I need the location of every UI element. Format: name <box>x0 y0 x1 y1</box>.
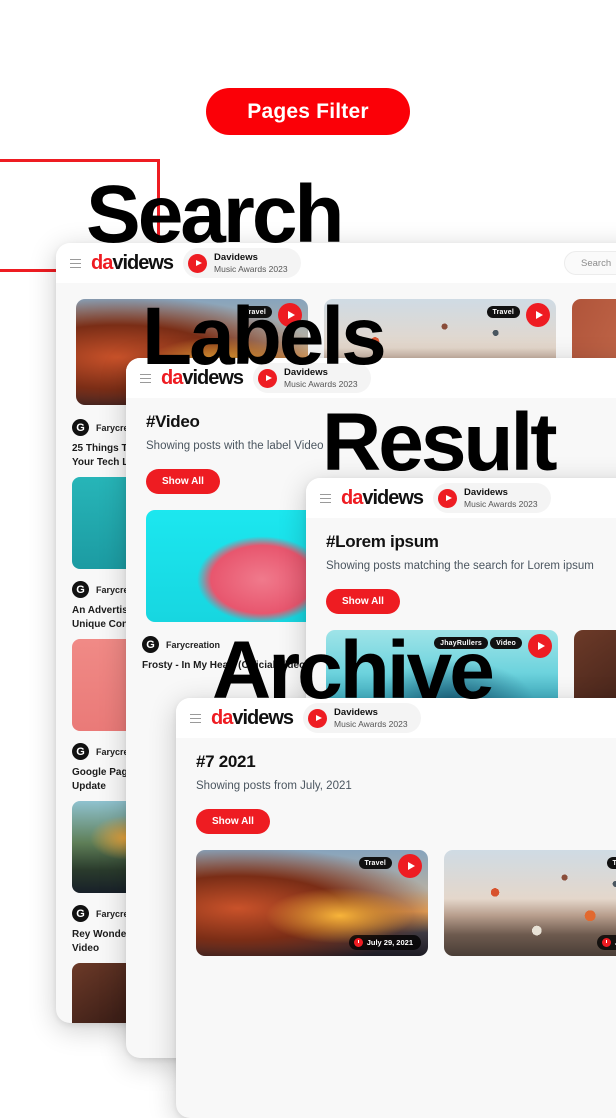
tag-badge: Video <box>490 637 522 649</box>
play-icon[interactable] <box>398 854 422 878</box>
avatar <box>72 581 89 598</box>
search-input[interactable]: Search <box>564 251 616 275</box>
brand-logo-accent: da <box>341 486 363 509</box>
page-title: #7 2021 <box>196 752 256 771</box>
page-header-result: #Lorem ipsum Showing posts matching the … <box>306 518 616 614</box>
headline-labels: Labels <box>142 291 387 382</box>
show-all-button[interactable]: Show All <box>196 809 270 834</box>
play-icon <box>438 488 458 508</box>
avatar <box>72 419 89 436</box>
tag-badge: Travel <box>486 306 520 318</box>
menu-icon[interactable] <box>70 258 81 268</box>
thumbnail-row-archive: Travel July 29, 2021 Travel July 25, 202… <box>176 834 616 956</box>
play-icon[interactable] <box>526 303 550 327</box>
menu-icon[interactable] <box>320 493 331 503</box>
channel-subtitle: Music Awards 2023 <box>214 263 288 274</box>
headline-archive: Archive <box>212 625 495 716</box>
channel-name: Davidews <box>464 486 508 498</box>
channel-subtitle: Music Awards 2023 <box>334 718 408 729</box>
pages-filter-button[interactable]: Pages Filter <box>206 88 410 135</box>
avatar <box>142 636 159 653</box>
brand-logo-rest: videws <box>362 486 424 509</box>
search-placeholder: Search <box>581 257 612 269</box>
headline-result: Result <box>322 397 558 488</box>
channel-subtitle: Music Awards 2023 <box>464 498 538 509</box>
show-all-button[interactable]: Show All <box>326 589 400 614</box>
date-badge: July 25, 2021 <box>596 935 616 950</box>
menu-icon[interactable] <box>190 713 201 723</box>
page-subtitle: Showing posts matching the search for Lo… <box>326 560 594 572</box>
avatar <box>72 743 89 760</box>
page-header-archive: #7 2021 Showing posts from July, 2021 Sh… <box>176 738 616 834</box>
headline-search: Search <box>86 169 345 260</box>
clock-icon <box>601 938 611 947</box>
avatar <box>72 905 89 922</box>
page-title: #Lorem ipsum <box>326 532 439 551</box>
thumbnail-card[interactable]: Travel July 25, 2021 <box>444 850 616 956</box>
date-badge: July 29, 2021 <box>348 935 421 950</box>
date-text: July 29, 2021 <box>366 938 413 947</box>
tag-badge: Travel <box>606 857 616 869</box>
brand-logo[interactable]: davidews <box>341 486 424 510</box>
show-all-button[interactable]: Show All <box>146 469 220 494</box>
tag-badge: Travel <box>358 857 392 869</box>
card-archive[interactable]: davidews Davidews Music Awards 2023 Sear… <box>176 698 616 1118</box>
play-icon[interactable] <box>528 634 552 658</box>
thumbnail-card[interactable]: Travel July 29, 2021 <box>196 850 428 956</box>
clock-icon <box>353 938 363 947</box>
page-subtitle: Showing posts from July, 2021 <box>196 780 352 792</box>
